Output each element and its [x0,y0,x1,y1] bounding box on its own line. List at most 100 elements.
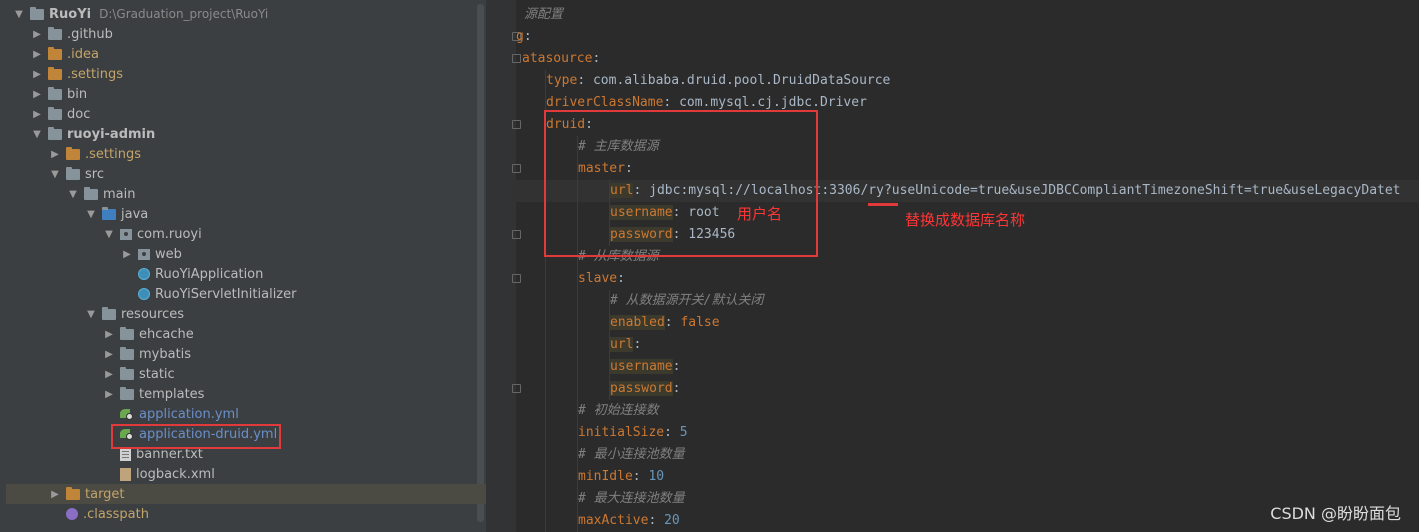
code-line: password: [610,378,680,400]
chevron-right-icon[interactable]: ▶ [102,389,116,400]
fold-marker-icon[interactable] [512,120,521,129]
tree-item-label: web [155,246,182,262]
code-comment: # 最小连接池数量 [578,447,685,462]
yaml-separator: : [523,29,532,44]
tree-item-main[interactable]: ▼ main [0,184,486,204]
chevron-right-icon[interactable]: ▶ [30,69,44,80]
code-comment: # 最大连接池数量 [578,491,685,506]
tree-item-logback-xml[interactable]: ▶ logback.xml [0,464,486,484]
chevron-down-icon[interactable]: ▼ [12,9,26,20]
folder-icon [120,366,134,380]
code-line: slave: [578,268,625,290]
yaml-value: com.mysql.cj.jdbc.Driver [679,95,867,110]
tree-item-bin[interactable]: ▶ bin [0,84,486,104]
yaml-separator: : [672,359,681,374]
fold-marker-icon[interactable] [512,230,521,239]
tree-item-label: target [85,486,125,502]
yaml-key: enabled [610,315,665,330]
chevron-right-icon[interactable]: ▶ [30,49,44,60]
yaml-separator: : [672,381,681,396]
tree-item-web[interactable]: ▶ web [0,244,486,264]
folder-icon [48,86,62,100]
yaml-key: maxActive [578,513,649,528]
code-line: type: com.alibaba.druid.pool.DruidDataSo… [546,70,890,92]
tree-item-application-yml[interactable]: ▶ application.yml [0,404,486,424]
chevron-right-icon[interactable]: ▶ [30,89,44,100]
chevron-right-icon[interactable]: ▶ [30,109,44,120]
tree-item-templates[interactable]: ▶ templates [0,384,486,404]
fold-marker-icon[interactable] [512,54,521,63]
chevron-down-icon[interactable]: ▼ [30,129,44,140]
chevron-right-icon[interactable]: ▶ [102,329,116,340]
chevron-down-icon[interactable]: ▼ [102,229,116,240]
fold-marker-icon[interactable] [512,384,521,393]
chevron-right-icon[interactable]: ▶ [48,149,62,160]
tree-item-resources[interactable]: ▼ resources [0,304,486,324]
code-line: initialSize: 5 [578,422,688,444]
tree-item-label: .github [67,26,113,42]
tree-item-label: .classpath [83,506,149,522]
folder-icon [120,346,134,360]
chevron-down-icon[interactable]: ▼ [84,309,98,320]
tree-item-ruoyi-admin[interactable]: ▼ ruoyi-admin [0,124,486,144]
yaml-separator: : [592,51,601,66]
tree-item-label: mybatis [139,346,192,362]
underline-db-name [868,203,898,206]
tree-item-src[interactable]: ▼ src [0,164,486,184]
code-line: 源配置 [524,4,563,26]
tree-item-label: application.yml [139,406,239,422]
fold-marker-icon[interactable] [512,274,521,283]
code-line: # 从数据源开关/默认关闭 [610,290,763,312]
yaml-separator: : [577,73,593,88]
yaml-key: username [610,359,673,374]
watermark: CSDN @盼盼面包 [1270,504,1401,523]
code-line: # 初始连接数 [578,400,659,422]
chevron-right-icon[interactable]: ▶ [120,249,134,260]
code-comment: # 初始连接数 [578,403,659,418]
tree-item-doc[interactable]: ▶ doc [0,104,486,124]
tree-item-label: .settings [85,146,141,162]
tree-item-mybatis[interactable]: ▶ mybatis [0,344,486,364]
code-comment: 源配置 [524,7,564,22]
editor-gutter [486,0,516,532]
tree-item-java[interactable]: ▼ java [0,204,486,224]
tree-item-idea[interactable]: ▶ .idea [0,44,486,64]
chevron-right-icon[interactable]: ▶ [30,29,44,40]
tree-item-settings[interactable]: ▶ .settings [0,64,486,84]
code-line: # 最小连接池数量 [578,444,685,466]
code-line: username: [610,356,680,378]
tree-item-target[interactable]: ▶ target [6,484,486,504]
code-line: g: [516,26,532,48]
tree-item-ruoyi-application[interactable]: ▶ RuoYiApplication [0,264,486,284]
tree-item-label: templates [139,386,205,402]
tree-item-classpath[interactable]: ▶ .classpath [0,504,486,524]
fold-marker-icon[interactable] [512,164,521,173]
tree-item-label: bin [67,86,88,102]
annotation-db-name: 替换成数据库名称 [905,211,1026,229]
chevron-right-icon[interactable]: ▶ [102,369,116,380]
tree-item-static[interactable]: ▶ static [0,364,486,384]
yaml-key: initialSize [578,425,665,440]
code-comment: # 从数据源开关/默认关闭 [610,293,764,308]
tree-item-com-ruoyi[interactable]: ▼ com.ruoyi [0,224,486,244]
tree-item-github[interactable]: ▶ .github [0,24,486,44]
folder-icon [120,386,134,400]
yaml-key: minIdle [578,469,633,484]
chevron-down-icon[interactable]: ▼ [84,209,98,220]
yaml-value: false [680,315,720,330]
highlight-box-druid-master [544,110,818,257]
code-editor[interactable]: 源配置 g: atasource: type: com.alibaba.drui… [486,0,1419,532]
text-file-icon [120,447,131,461]
folder-icon [66,146,80,160]
tree-root-row[interactable]: ▼ RuoYi D:\Graduation_project\RuoYi [0,4,486,24]
chevron-down-icon[interactable]: ▼ [66,189,80,200]
chevron-down-icon[interactable]: ▼ [48,169,62,180]
tree-item-settings-2[interactable]: ▶ .settings [0,144,486,164]
chevron-right-icon[interactable]: ▶ [48,489,62,500]
tree-item-ehcache[interactable]: ▶ ehcache [0,324,486,344]
yaml-key: slave [578,271,618,286]
tree-item-ruoyi-servlet-initializer[interactable]: ▶ RuoYiServletInitializer [0,284,486,304]
tree-item-label: .idea [67,46,99,62]
spring-class-icon [138,268,150,280]
chevron-right-icon[interactable]: ▶ [102,349,116,360]
